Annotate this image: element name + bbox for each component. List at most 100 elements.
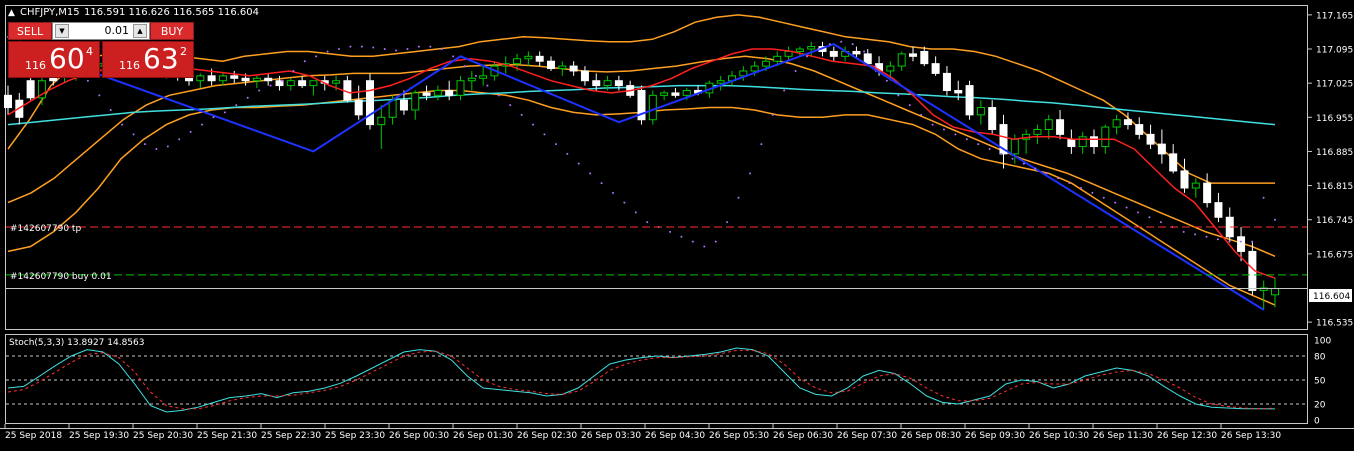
sar-dot [121, 123, 124, 126]
candle-body [614, 80, 623, 87]
sar-dot [349, 45, 352, 48]
buy-price-main: 63 [143, 42, 179, 75]
sar-dot [931, 123, 934, 126]
candle-body [920, 50, 929, 65]
candle-body [750, 65, 759, 72]
lot-size-value: 0.01 [104, 24, 130, 37]
time-tick-label: 25 Sep 23:30 [325, 431, 385, 441]
sar-dot [771, 113, 774, 116]
sell-price-pipette: 4 [86, 45, 93, 58]
lot-size-input[interactable]: ▼ 0.01 ▲ [52, 22, 150, 40]
time-tick-label: 26 Sep 07:30 [837, 431, 897, 441]
sar-dot [474, 74, 477, 77]
sar-dot [1125, 206, 1128, 209]
sar-dot [794, 69, 797, 72]
time-tick-label: 26 Sep 05:30 [709, 431, 769, 441]
candle-body [196, 75, 205, 82]
price-tick-label: 117.025 [1316, 80, 1353, 90]
sar-dot [589, 172, 592, 175]
stoch-header: Stoch(5,3,3) 13.8927 14.8563 [9, 338, 144, 348]
price-tick-label: 116.535 [1316, 319, 1353, 329]
lot-decrease-icon[interactable]: ▼ [55, 24, 69, 38]
sar-dot [303, 60, 306, 63]
sar-dot [509, 104, 512, 107]
sar-dot [908, 104, 911, 107]
candle-body [309, 80, 318, 87]
candle-body [660, 92, 669, 96]
time-tick-label: 26 Sep 01:30 [453, 431, 513, 441]
candle-body [603, 80, 612, 87]
candle-body [1135, 124, 1144, 135]
current-price-label: 116.604 [1313, 292, 1350, 302]
sar-dot [623, 201, 626, 204]
sar-dot [1068, 182, 1071, 185]
candle-body [1078, 136, 1087, 148]
sar-dot [315, 55, 318, 58]
candle-body [1180, 170, 1189, 189]
candle-body [332, 80, 341, 84]
sar-dot [942, 128, 945, 131]
candle-body [513, 58, 522, 65]
sell-price-button[interactable]: 116 60 4 [8, 41, 100, 78]
time-tick-label: 25 Sep 20:30 [133, 431, 193, 441]
sar-dot [691, 240, 694, 243]
sar-dot [189, 130, 192, 133]
sar-dot [965, 138, 968, 141]
candle-body [558, 65, 567, 70]
buy-button[interactable]: BUY [150, 22, 194, 40]
sar-dot [954, 133, 957, 136]
sar-dot [166, 145, 169, 148]
sar-dot [828, 43, 831, 46]
sar-dot [1057, 177, 1060, 180]
time-tick-label: 26 Sep 00:30 [389, 431, 449, 441]
candle-body [467, 77, 476, 82]
stoch-tick-label: 100 [1314, 337, 1331, 347]
sar-dot [463, 65, 466, 68]
candle-body [716, 80, 725, 84]
sar-dot [726, 221, 729, 224]
sar-dot [817, 48, 820, 51]
candle-body [671, 92, 680, 96]
sar-dot [1159, 221, 1162, 224]
sar-dot [680, 235, 683, 238]
candle-body [1067, 138, 1076, 148]
collapse-arrow-icon[interactable]: ▲ [8, 8, 15, 18]
sar-dot [1137, 211, 1140, 214]
sar-dot [326, 50, 329, 53]
candle-body [942, 72, 951, 91]
time-tick-label: 26 Sep 12:30 [1157, 431, 1217, 441]
symbol-label: CHFJPY,M15 [20, 7, 80, 18]
candle-body [1237, 236, 1246, 252]
candle-body [1112, 119, 1121, 128]
sar-dot [1148, 216, 1151, 219]
price-tick-label: 116.955 [1316, 114, 1353, 124]
sar-dot [143, 143, 146, 146]
candle-body [1123, 119, 1132, 126]
candle-body [897, 53, 906, 67]
sar-dot [98, 94, 101, 97]
sar-dot [669, 230, 672, 233]
time-tick-label: 26 Sep 11:30 [1093, 431, 1153, 441]
candle-body [230, 75, 239, 79]
candle-body [976, 107, 985, 116]
sar-dot [1182, 230, 1185, 233]
sar-dot [338, 48, 341, 51]
candle-body [965, 85, 974, 116]
buy-price-button[interactable]: 116 63 2 [102, 41, 194, 78]
candle-body [761, 60, 770, 67]
sar-dot [1216, 238, 1219, 241]
candle-body [863, 53, 872, 65]
sar-dot [1000, 152, 1003, 155]
lot-increase-icon[interactable]: ▲ [133, 24, 147, 38]
sar-dot [440, 48, 443, 51]
sar-dot [863, 50, 866, 53]
candle-body [445, 89, 454, 96]
candle-body [218, 75, 227, 82]
candle-body [784, 50, 793, 57]
candle-body [829, 50, 838, 57]
sell-button[interactable]: SELL [8, 22, 52, 40]
candle-body [592, 80, 601, 87]
sar-dot [760, 143, 763, 146]
sar-dot [452, 55, 455, 58]
time-tick-label: 26 Sep 02:30 [517, 431, 577, 441]
